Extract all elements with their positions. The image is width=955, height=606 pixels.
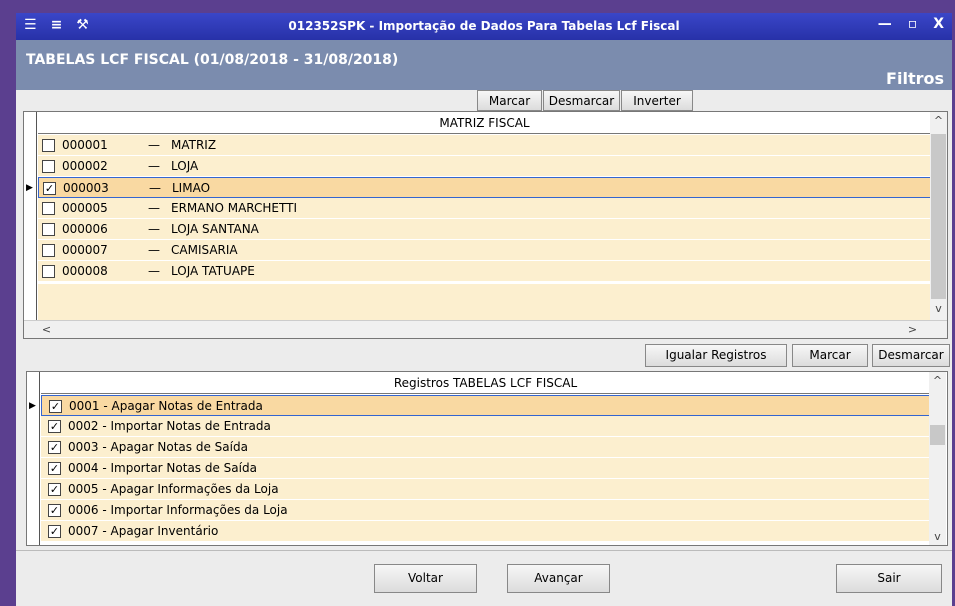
row-checkbox[interactable]: ✓ xyxy=(48,504,61,517)
row-checkbox[interactable] xyxy=(42,265,55,278)
row-label: 0002 - Importar Notas de Entrada xyxy=(68,419,271,433)
matriz-header: MATRIZ FISCAL xyxy=(38,112,931,134)
row-label: 0003 - Apagar Notas de Saída xyxy=(68,440,248,454)
row-dash: — xyxy=(148,138,160,152)
desmarcar-registros-button[interactable]: Desmarcar xyxy=(872,344,950,367)
row-code: 000005 xyxy=(62,201,108,215)
registros-header: Registros TABELAS LCF FISCAL xyxy=(41,372,930,394)
row-checkbox[interactable] xyxy=(42,160,55,173)
row-code: 000002 xyxy=(62,159,108,173)
row-checkbox[interactable]: ✓ xyxy=(49,400,62,413)
app-window: ☰ ≡ ⚒ 012352SPK - Importação de Dados Pa… xyxy=(0,0,955,606)
igualar-registros-button[interactable]: Igualar Registros xyxy=(645,344,787,367)
row-dash: — xyxy=(148,201,160,215)
row-checkbox[interactable]: ✓ xyxy=(43,182,56,195)
row-label: 0005 - Apagar Informações da Loja xyxy=(68,482,279,496)
scroll-right-icon[interactable]: > xyxy=(904,323,921,336)
row-checkbox[interactable]: ✓ xyxy=(48,483,61,496)
scroll-thumb[interactable] xyxy=(931,134,946,299)
grid-indicator-column xyxy=(24,112,37,338)
scroll-down-icon[interactable]: v xyxy=(930,302,947,315)
scroll-down-icon[interactable]: v xyxy=(929,530,946,543)
row-dash: — xyxy=(149,181,161,195)
row-label: 0004 - Importar Notas de Saída xyxy=(68,461,257,475)
avancar-button[interactable]: Avançar xyxy=(507,564,610,593)
row-dash: — xyxy=(148,264,160,278)
row-dash: — xyxy=(148,159,160,173)
row-label: 0001 - Apagar Notas de Entrada xyxy=(69,399,263,413)
list-item[interactable]: ✓ 0006 - Importar Informações da Loja xyxy=(41,500,930,521)
filtros-label: Filtros xyxy=(886,69,944,88)
row-name: LOJA SANTANA xyxy=(171,222,259,236)
row-code: 000006 xyxy=(62,222,108,236)
row-code: 000001 xyxy=(62,138,108,152)
row-checkbox[interactable] xyxy=(42,223,55,236)
row-name: LOJA xyxy=(171,159,199,173)
inverter-button[interactable]: Inverter xyxy=(621,90,693,111)
table-row[interactable]: 000006 — LOJA SANTANA xyxy=(38,219,931,240)
list-item[interactable]: ✓ 0007 - Apagar Inventário xyxy=(41,521,930,542)
list-item[interactable]: ✓ 0004 - Importar Notas de Saída xyxy=(41,458,930,479)
list-item[interactable]: ✓ 0002 - Importar Notas de Entrada xyxy=(41,416,930,437)
row-dash: — xyxy=(148,243,160,257)
matriz-grid: MATRIZ FISCAL 000001 — MATRIZ 000002 — LOJA ✓ 0… xyxy=(23,111,948,339)
table-row[interactable]: 000001 — MATRIZ xyxy=(38,135,931,156)
row-label: 0006 - Importar Informações da Loja xyxy=(68,503,288,517)
row-pointer-icon: ▶ xyxy=(29,401,36,411)
matriz-hscroll[interactable]: < > xyxy=(24,320,947,338)
minimize-button[interactable]: — xyxy=(878,16,892,32)
row-name: LIMAO xyxy=(172,181,211,195)
row-name: LOJA TATUAPE xyxy=(171,264,255,278)
grid-empty-area xyxy=(38,284,931,320)
list-item[interactable]: ✓ 0005 - Apagar Informações da Loja xyxy=(41,479,930,500)
matriz-vscroll[interactable]: ^ v xyxy=(930,112,947,320)
scroll-left-icon[interactable]: < xyxy=(38,323,55,336)
row-code: 000003 xyxy=(63,181,109,195)
list-item[interactable]: ✓ 0001 - Apagar Notas de Entrada xyxy=(41,395,930,416)
footer-divider xyxy=(16,550,952,551)
voltar-button[interactable]: Voltar xyxy=(374,564,477,593)
table-row[interactable]: 000007 — CAMISARIA xyxy=(38,240,931,261)
marcar-registros-button[interactable]: Marcar xyxy=(792,344,868,367)
row-code: 000007 xyxy=(62,243,108,257)
window-title: 012352SPK - Importação de Dados Para Tab… xyxy=(288,19,680,33)
scroll-up-icon[interactable]: ^ xyxy=(929,374,946,387)
registros-vscroll[interactable]: ^ v xyxy=(929,372,946,545)
scroll-thumb[interactable] xyxy=(930,425,945,445)
row-checkbox[interactable]: ✓ xyxy=(48,441,61,454)
row-checkbox[interactable] xyxy=(42,139,55,152)
row-checkbox[interactable]: ✓ xyxy=(48,462,61,475)
row-pointer-icon: ▶ xyxy=(26,183,33,193)
grid-indicator-column xyxy=(27,372,40,545)
scroll-up-icon[interactable]: ^ xyxy=(930,114,947,127)
row-code: 000008 xyxy=(62,264,108,278)
row-dash: — xyxy=(148,222,160,236)
table-row[interactable]: ✓ 000003 — LIMAO xyxy=(38,177,931,198)
desmarcar-button[interactable]: Desmarcar xyxy=(543,90,620,111)
page-title: TABELAS LCF FISCAL (01/08/2018 - 31/08/2… xyxy=(26,52,399,68)
list-item[interactable]: ✓ 0003 - Apagar Notas de Saída xyxy=(41,437,930,458)
client-area: TABELAS LCF FISCAL (01/08/2018 - 31/08/2… xyxy=(16,40,952,606)
maximize-button[interactable]: ▫ xyxy=(908,16,918,32)
row-checkbox[interactable] xyxy=(42,202,55,215)
row-checkbox[interactable] xyxy=(42,244,55,257)
marcar-button[interactable]: Marcar xyxy=(477,90,542,111)
page-header: TABELAS LCF FISCAL (01/08/2018 - 31/08/2… xyxy=(16,40,952,90)
title-bar: ☰ ≡ ⚒ 012352SPK - Importação de Dados Pa… xyxy=(16,13,952,40)
row-label: 0007 - Apagar Inventário xyxy=(68,524,219,538)
row-name: ERMANO MARCHETTI xyxy=(171,201,297,215)
close-button[interactable]: X xyxy=(933,16,944,32)
registros-grid: Registros TABELAS LCF FISCAL ✓ 0001 - Apa… xyxy=(26,371,948,546)
row-checkbox[interactable]: ✓ xyxy=(48,525,61,538)
row-name: CAMISARIA xyxy=(171,243,238,257)
row-name: MATRIZ xyxy=(171,138,217,152)
table-row[interactable]: 000002 — LOJA xyxy=(38,156,931,177)
row-checkbox[interactable]: ✓ xyxy=(48,420,61,433)
sair-button[interactable]: Sair xyxy=(836,564,942,593)
table-row[interactable]: 000008 — LOJA TATUAPE xyxy=(38,261,931,282)
table-row[interactable]: 000005 — ERMANO MARCHETTI xyxy=(38,198,931,219)
